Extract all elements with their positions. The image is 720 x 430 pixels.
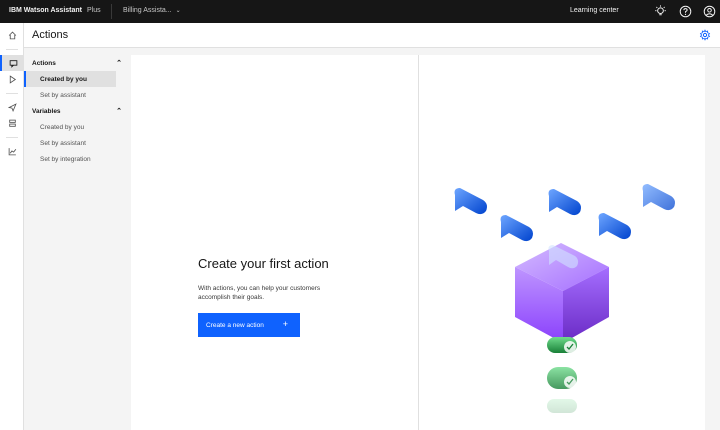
rail-analytics[interactable] xyxy=(0,143,24,159)
empty-state-title: Create your first action xyxy=(198,256,329,271)
cube-icon xyxy=(515,243,609,343)
brand-label: IBM Watson Assistant xyxy=(9,7,82,14)
empty-state-description: With actions, you can help your customer… xyxy=(198,285,321,301)
assistant-switcher[interactable]: Billing Assista... ⌄ xyxy=(123,7,181,14)
nav-item-variables-created-by-you[interactable]: Created by you xyxy=(24,119,116,135)
topbar-divider xyxy=(111,4,112,19)
actions-illustration xyxy=(454,184,675,413)
nav-item-variables-set-by-integration[interactable]: Set by integration xyxy=(24,151,116,167)
rail-divider xyxy=(6,49,18,50)
check-badge-icon xyxy=(547,337,577,353)
assistant-name: Billing Assista... xyxy=(123,7,172,14)
preview-icon xyxy=(9,74,16,84)
user-avatar-icon[interactable] xyxy=(703,5,716,18)
rail-actions[interactable] xyxy=(0,55,24,71)
nav-item-actions-set-by-assistant[interactable]: Set by assistant xyxy=(24,87,116,103)
nav-item-variables-set-by-assistant[interactable]: Set by assistant xyxy=(24,135,116,151)
product-name[interactable]: IBM Watson Assistant Plus xyxy=(9,7,101,14)
check-badge-icon xyxy=(547,399,577,413)
nav-item-label: Set by assistant xyxy=(40,92,86,99)
rail-divider xyxy=(6,137,18,138)
nav-item-label: Set by integration xyxy=(40,156,91,163)
help-icon[interactable] xyxy=(679,5,692,18)
chat-bubble-icon xyxy=(642,184,675,211)
chevron-up-icon: ⌃ xyxy=(116,108,122,115)
rail-divider xyxy=(6,93,18,94)
gear-icon[interactable] xyxy=(699,29,711,41)
chevron-up-icon: ⌃ xyxy=(116,60,122,67)
create-action-label: Create a new action xyxy=(206,321,264,329)
nav-item-label: Set by assistant xyxy=(40,140,86,147)
chat-bubble-icon xyxy=(548,189,581,216)
plan-label: Plus xyxy=(87,7,101,14)
actions-nav: Actions ⌃ Created by you Set by assistan… xyxy=(24,48,131,430)
chat-bubble-icon xyxy=(454,188,487,215)
rail-publish[interactable] xyxy=(0,99,24,115)
nav-item-label: Created by you xyxy=(40,124,85,131)
empty-state-panel: Create your first action With actions, y… xyxy=(131,55,705,430)
nav-group-label: Actions xyxy=(32,60,56,67)
learning-center-link[interactable]: Learning center xyxy=(570,7,619,14)
rail-home[interactable] xyxy=(0,27,24,43)
nav-item-actions-created-by-you[interactable]: Created by you xyxy=(24,71,116,87)
create-action-button[interactable]: Create a new action + xyxy=(198,313,300,337)
nav-group-actions[interactable]: Actions ⌃ xyxy=(24,55,131,71)
publish-icon xyxy=(7,102,17,112)
rail-preview[interactable] xyxy=(0,71,24,87)
page-title: Actions xyxy=(32,29,69,41)
chat-bubble-icon xyxy=(500,215,533,242)
side-rail xyxy=(0,23,24,430)
page-header: Actions xyxy=(24,23,720,48)
add-icon: + xyxy=(282,319,288,329)
nav-item-label: Created by you xyxy=(40,76,87,83)
chat-bubble-icon xyxy=(598,213,631,240)
nav-group-variables[interactable]: Variables ⌃ xyxy=(24,103,131,119)
rail-environments[interactable] xyxy=(0,115,24,131)
lightbulb-icon[interactable] xyxy=(654,5,667,18)
home-icon xyxy=(8,31,16,39)
chevron-down-icon: ⌄ xyxy=(175,8,181,14)
analytics-icon xyxy=(8,147,16,155)
nav-group-label: Variables xyxy=(32,108,61,115)
top-nav-bar: IBM Watson Assistant Plus Billing Assista… xyxy=(0,0,720,23)
check-badge-icon xyxy=(547,367,577,389)
environments-icon xyxy=(8,119,16,127)
actions-icon xyxy=(9,59,17,68)
